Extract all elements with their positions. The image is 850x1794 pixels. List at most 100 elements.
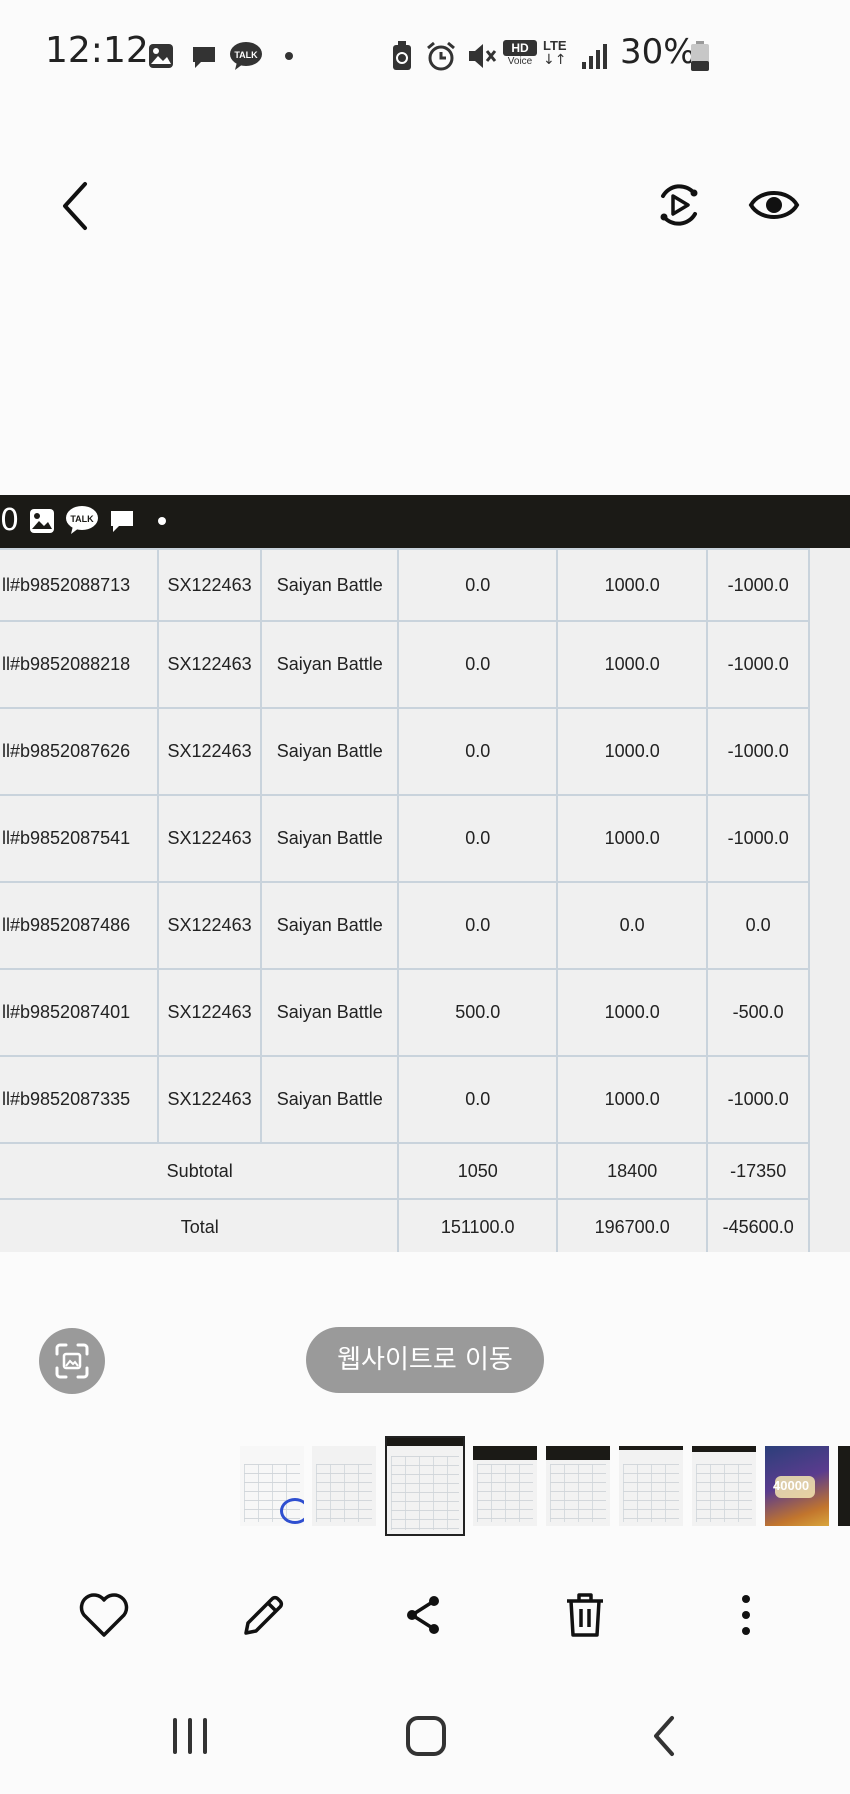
back-button[interactable] <box>55 178 99 234</box>
subtotal-label: Subtotal <box>0 1142 400 1200</box>
bet-cell: 1000.0 <box>555 968 709 1057</box>
bet-id-cell: ll#b9852087486 <box>0 881 160 970</box>
game-cell: Saiyan Battle <box>260 881 400 970</box>
net-cell: -1000.0 <box>706 548 810 622</box>
delete-trash-button[interactable] <box>555 1585 615 1645</box>
net-cell: -1000.0 <box>706 620 810 709</box>
net-cell: -1000.0 <box>706 794 810 883</box>
lte-label: LTE <box>543 38 567 53</box>
thumbnail-item[interactable] <box>473 1446 537 1526</box>
game-cell: Saiyan Battle <box>260 794 400 883</box>
subtotal-bet-cell: 18400 <box>555 1142 709 1200</box>
battery-saver-icon <box>393 41 411 70</box>
win-cell: 0.0 <box>397 881 558 970</box>
total-row: Total 151100.0 196700.0 -45600.0 <box>0 1198 810 1252</box>
voice-label: Voice <box>507 56 533 67</box>
kakaotalk-notification-icon: TALK <box>230 42 262 70</box>
view-eye-button[interactable] <box>748 184 800 226</box>
message-notification-icon <box>193 47 215 68</box>
scan-icon <box>55 1343 89 1379</box>
game-cell: Saiyan Battle <box>260 707 400 796</box>
remaster-play-button[interactable] <box>654 180 704 230</box>
game-cell: Saiyan Battle <box>260 968 400 1057</box>
text-scan-button[interactable] <box>39 1328 105 1394</box>
net-cell: -500.0 <box>706 968 810 1057</box>
alarm-icon <box>427 41 455 71</box>
subtotal-net-cell: -17350 <box>706 1142 810 1200</box>
game-cell: Saiyan Battle <box>260 620 400 709</box>
thumbnail-item-game[interactable]: 40000 <box>765 1446 829 1526</box>
bet-id-cell: ll#b9852087335 <box>0 1055 160 1144</box>
more-options-button[interactable] <box>716 1585 776 1645</box>
hd-label: HD <box>503 40 537 56</box>
thumbnail-item[interactable] <box>838 1446 850 1526</box>
battery-icon <box>691 41 709 71</box>
thumbnail-item[interactable] <box>692 1446 756 1526</box>
screenshot-image[interactable]: 0 TALK ll#b9852088713 SX122463 Saiyan Ba… <box>0 495 850 1252</box>
thumbnail-strip: 40000 <box>0 1436 850 1536</box>
win-cell: 0.0 <box>397 620 558 709</box>
hd-voice-icon: HD Voice <box>503 40 537 72</box>
code-cell: SX122463 <box>157 548 263 622</box>
image-gallery-icon <box>30 509 54 533</box>
code-cell: SX122463 <box>157 881 263 970</box>
bet-cell: 1000.0 <box>555 620 709 709</box>
nav-back-button[interactable] <box>640 1710 690 1762</box>
mute-icon <box>469 44 497 68</box>
code-cell: SX122463 <box>157 707 263 796</box>
game-cell: Saiyan Battle <box>260 1055 400 1144</box>
total-label: Total <box>0 1198 400 1252</box>
bet-cell: 1000.0 <box>555 1055 709 1144</box>
thumbnail-annotation-circle <box>280 1498 304 1524</box>
svg-text:TALK: TALK <box>70 514 94 524</box>
recent-apps-button[interactable] <box>165 1710 215 1762</box>
bet-cell: 1000.0 <box>555 707 709 796</box>
thumbnail-item[interactable] <box>240 1446 304 1526</box>
net-cell: -1000.0 <box>706 1055 810 1144</box>
code-cell: SX122463 <box>157 968 263 1057</box>
bet-id-cell: ll#b9852087626 <box>0 707 160 796</box>
bet-id-cell: ll#b9852087401 <box>0 968 160 1057</box>
image-kakaotalk-icon: TALK <box>66 506 98 534</box>
subtotal-win-cell: 1050 <box>397 1142 558 1200</box>
edit-pencil-button[interactable] <box>234 1585 294 1645</box>
bet-cell: 0.0 <box>555 881 709 970</box>
status-time: 12:12 <box>45 30 149 71</box>
table-row: ll#b9852087541 SX122463 Saiyan Battle 0.… <box>0 794 810 883</box>
go-to-website-button[interactable]: 웹사이트로 이동 <box>306 1327 544 1393</box>
home-button[interactable] <box>400 1710 452 1762</box>
win-cell: 500.0 <box>397 968 558 1057</box>
win-cell: 0.0 <box>397 548 558 622</box>
table-row: ll#b9852087486 SX122463 Saiyan Battle 0.… <box>0 881 810 970</box>
subtotal-row: Subtotal 1050 18400 -17350 <box>0 1142 810 1200</box>
share-button[interactable] <box>394 1585 454 1645</box>
thumbnail-item-selected[interactable] <box>385 1436 465 1536</box>
table-row: ll#b9852088218 SX122463 Saiyan Battle 0.… <box>0 620 810 709</box>
total-net-cell: -45600.0 <box>706 1198 810 1252</box>
bet-history-table: ll#b9852088713 SX122463 Saiyan Battle 0.… <box>0 548 810 1252</box>
table-row: ll#b9852087626 SX122463 Saiyan Battle 0.… <box>0 707 810 796</box>
thumbnail-item[interactable] <box>619 1446 683 1526</box>
more-notifications-dot-icon <box>285 52 293 60</box>
image-dot-icon <box>158 517 166 525</box>
status-bar: 12:12 TALK HD Voice LTE ↓↑ 30% <box>0 0 850 110</box>
bet-id-cell: ll#b9852087541 <box>0 794 160 883</box>
bet-cell: 1000.0 <box>555 794 709 883</box>
code-cell: SX122463 <box>157 1055 263 1144</box>
table-row: ll#b9852088713 SX122463 Saiyan Battle 0.… <box>0 548 810 622</box>
total-bet-cell: 196700.0 <box>555 1198 709 1252</box>
code-cell: SX122463 <box>157 620 263 709</box>
win-cell: 0.0 <box>397 707 558 796</box>
lte-icon: LTE ↓↑ <box>543 38 573 72</box>
image-status-bar: 0 TALK <box>0 495 850 548</box>
thumbnail-item[interactable] <box>312 1446 376 1526</box>
net-cell: -1000.0 <box>706 707 810 796</box>
bet-id-cell: ll#b9852088218 <box>0 620 160 709</box>
favorite-heart-button[interactable] <box>74 1585 134 1645</box>
image-message-icon <box>111 511 133 532</box>
gallery-notification-icon <box>149 44 173 68</box>
code-cell: SX122463 <box>157 794 263 883</box>
win-cell: 0.0 <box>397 1055 558 1144</box>
thumbnail-item[interactable] <box>546 1446 610 1526</box>
image-status-text: 0 <box>0 503 20 538</box>
